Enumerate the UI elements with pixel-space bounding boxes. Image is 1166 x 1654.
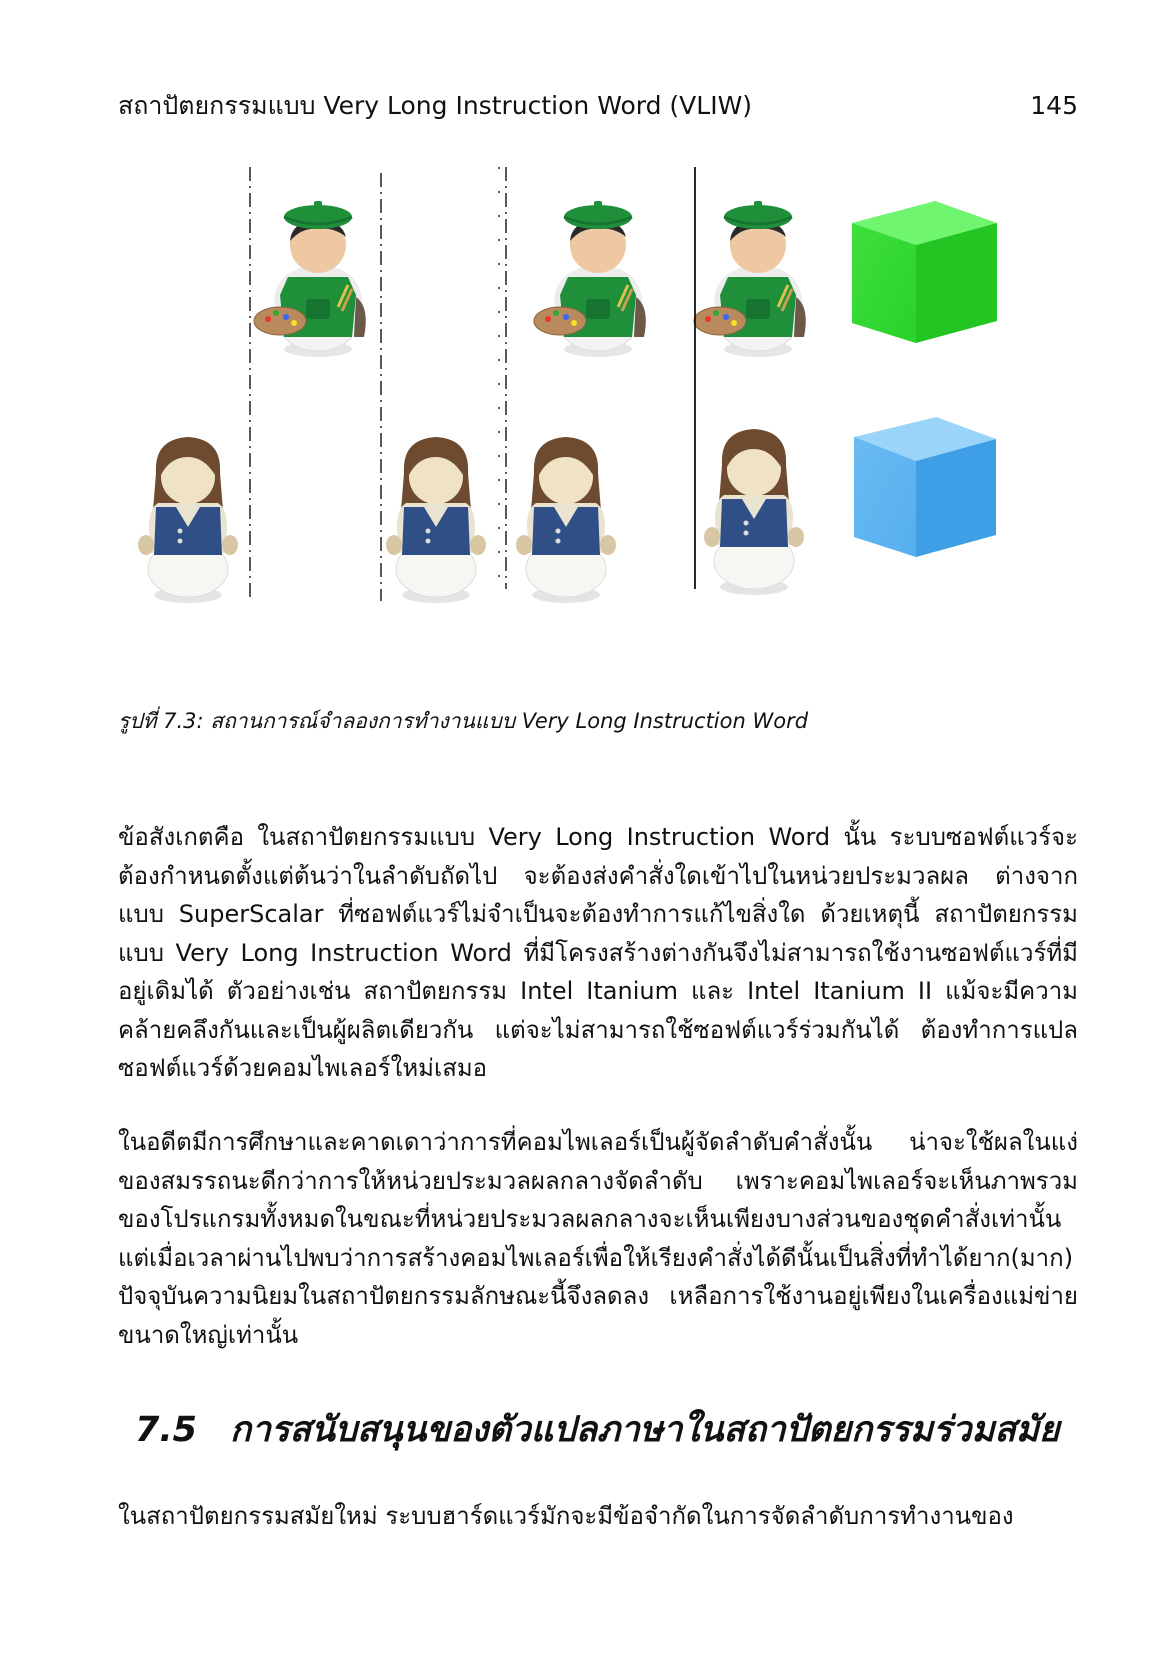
section-heading: 7.5 การสนับสนุนของตัวแปลภาษาในสถาปัตยกรร… [135, 1400, 1095, 1460]
section-number: 7.5 [135, 1410, 198, 1450]
figure-7-3 [130, 165, 1070, 645]
green-cube-icon [852, 201, 997, 343]
running-head: สถาปัตยกรรมแบบ Very Long Instruction Wor… [118, 86, 1078, 126]
painter-icon [252, 199, 368, 359]
body-paragraph: ข้อสังเกตคือ ในสถาปัตยกรรมแบบ Very Long … [118, 823, 1078, 1082]
figure-caption: รูปที่ 7.3: สถานการณ์จำลองการทำงานแบบ Ve… [118, 709, 809, 733]
blue-cube-icon [854, 417, 996, 557]
section-title: การสนับสนุนของตัวแปลภาษาในสถาปัตยกรรมร่ว… [230, 1410, 1060, 1450]
body-paragraph: ในอดีตมีการศึกษาและคาดเดาว่าการที่คอมไพเ… [118, 1128, 1078, 1349]
figure-illustration [137, 167, 997, 604]
waitress-icon [703, 428, 805, 596]
painter-icon [692, 199, 808, 359]
waitress-icon [385, 436, 487, 604]
painter-icon [532, 199, 648, 359]
running-title: สถาปัตยกรรมแบบ Very Long Instruction Wor… [118, 91, 753, 120]
page-number: 145 [1030, 91, 1078, 120]
body-paragraph: ในสถาปัตยกรรมสมัยใหม่ ระบบฮาร์ดแวร์มักจะ… [118, 1502, 1014, 1530]
waitress-icon [137, 436, 239, 604]
waitress-icon [515, 436, 617, 604]
